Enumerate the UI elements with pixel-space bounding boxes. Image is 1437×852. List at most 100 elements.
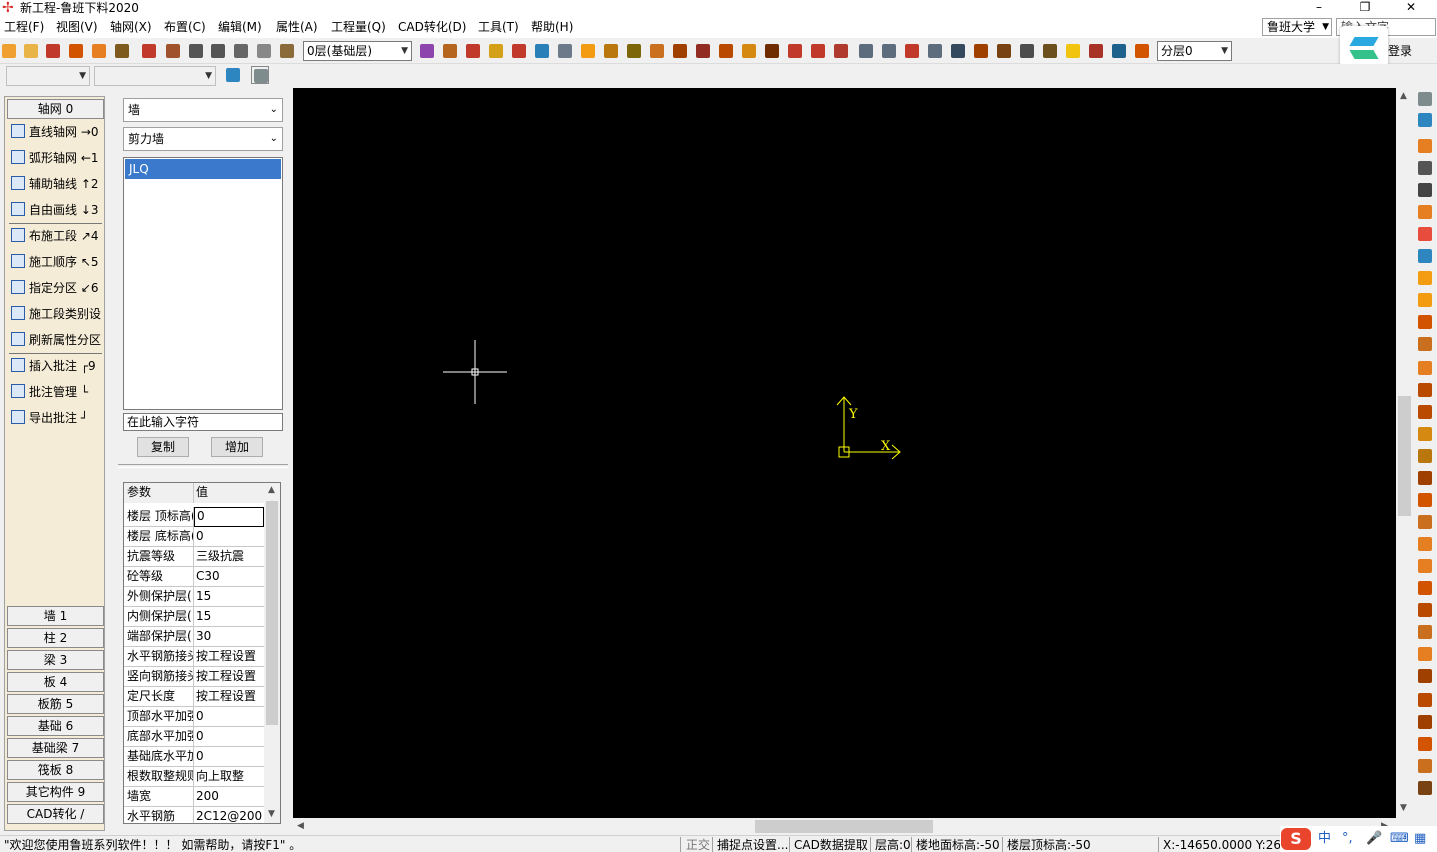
- floor-select[interactable]: 0层(基础层) ▼: [303, 41, 412, 61]
- table-row[interactable]: 外侧保护层(15: [124, 587, 264, 607]
- nav-tab-other[interactable]: 其它构件 9: [7, 782, 104, 802]
- copy-tool-icon[interactable]: [1418, 361, 1432, 375]
- property-value-cell[interactable]: 15: [194, 587, 264, 607]
- delete-button[interactable]: [510, 42, 528, 60]
- scroll-up-icon[interactable]: ▲: [1400, 91, 1407, 101]
- table-row[interactable]: 顶部水平加强 0: [124, 707, 264, 727]
- nav-item-construction-order[interactable]: 施工顺序 ↖5: [11, 252, 99, 272]
- menu-layout[interactable]: 布置(C): [164, 19, 206, 35]
- zoom-out-button[interactable]: [880, 42, 898, 60]
- cut-button[interactable]: [232, 42, 250, 60]
- menu-help[interactable]: 帮助(H): [531, 19, 573, 35]
- filter-toggle-button[interactable]: [251, 66, 269, 84]
- ime-logo-icon[interactable]: S: [1281, 828, 1311, 850]
- cylinder-button[interactable]: [740, 42, 758, 60]
- dimension-button[interactable]: [671, 42, 689, 60]
- zoom-window-button[interactable]: [903, 42, 921, 60]
- match-button[interactable]: [556, 42, 574, 60]
- move-tool-icon[interactable]: [1418, 383, 1432, 397]
- nav-tab-column[interactable]: 柱 2: [7, 628, 104, 648]
- nav-item-free-line[interactable]: 自由画线 ↓3: [11, 200, 99, 220]
- align-tool-icon[interactable]: [1418, 449, 1432, 463]
- menu-view[interactable]: 视图(V): [56, 19, 98, 35]
- redo-button[interactable]: [209, 42, 227, 60]
- ime-menu-icon[interactable]: ▦: [1414, 831, 1426, 847]
- login-link[interactable]: 登录: [1388, 43, 1412, 59]
- zoom-extent-button[interactable]: [949, 42, 967, 60]
- section-button[interactable]: [995, 42, 1013, 60]
- scroll-thumb[interactable]: [1398, 396, 1411, 516]
- grid-tool-icon[interactable]: [1418, 715, 1432, 729]
- table-row[interactable]: 水平钢筋 2C12@200: [124, 807, 264, 823]
- category-select[interactable]: 墙 ⌄: [123, 98, 283, 122]
- eraser-button[interactable]: [648, 42, 666, 60]
- view-3d-button[interactable]: [972, 42, 990, 60]
- filter-button[interactable]: [533, 42, 551, 60]
- nav-tab-raft[interactable]: 筏板 8: [7, 760, 104, 780]
- snap-settings-button[interactable]: 捕捉点设置...: [717, 838, 788, 852]
- mirror-tool-icon[interactable]: [1418, 427, 1432, 441]
- extend-button[interactable]: [809, 42, 827, 60]
- scroll-down-icon[interactable]: ▼: [1400, 803, 1407, 813]
- break-tool-icon[interactable]: [1418, 559, 1432, 573]
- save-button[interactable]: [44, 42, 62, 60]
- nav-item-export-notes[interactable]: 导出批注 ┘: [11, 408, 88, 428]
- crosshair-button[interactable]: [1041, 42, 1059, 60]
- nav-item-assign-zone[interactable]: 指定分区 ↙6: [11, 278, 99, 298]
- table-row[interactable]: 定尺长度 按工程设置: [124, 687, 264, 707]
- ime-keyboard-icon[interactable]: ⌨: [1390, 831, 1409, 847]
- property-grid-scrollbar[interactable]: ▲ ▼: [264, 483, 280, 823]
- alert-red-icon[interactable]: [1418, 227, 1432, 241]
- property-value-cell[interactable]: 按工程设置: [194, 667, 264, 687]
- filter-combo-2[interactable]: ▼: [94, 66, 216, 86]
- brush-button[interactable]: [164, 42, 182, 60]
- table-tool-icon[interactable]: [1418, 205, 1432, 219]
- find-button[interactable]: [1087, 42, 1105, 60]
- explode-tool-icon[interactable]: [1418, 737, 1432, 751]
- scroll-down-icon[interactable]: ▼: [268, 809, 275, 819]
- ruler-tool-icon[interactable]: [1418, 337, 1432, 351]
- lock-tool-icon[interactable]: [1418, 271, 1432, 285]
- edit-doc-button[interactable]: [90, 42, 108, 60]
- menu-cad-convert[interactable]: CAD转化(D): [398, 19, 466, 35]
- zoom-all-button[interactable]: [926, 42, 944, 60]
- canvas-horizontal-scrollbar[interactable]: ◀ ▶: [293, 818, 1396, 835]
- angle-tool-icon[interactable]: [1418, 759, 1432, 773]
- line-tool-icon[interactable]: [1418, 781, 1432, 795]
- table-row[interactable]: 楼层 顶标高(0: [124, 507, 264, 527]
- component-name-input[interactable]: 在此输入字符: [123, 413, 283, 431]
- restore-button[interactable]: ❐: [1342, 0, 1388, 16]
- extend-tool-icon[interactable]: [1418, 537, 1432, 551]
- unlock-tool-icon[interactable]: [1418, 293, 1432, 307]
- property-value-cell[interactable]: 200: [194, 787, 264, 807]
- properties-tool-icon[interactable]: [1418, 92, 1432, 106]
- cad-extract-button[interactable]: CAD数据提取: [794, 838, 868, 852]
- view-tool-icon[interactable]: [1418, 113, 1432, 127]
- zoom-in-button[interactable]: [857, 42, 875, 60]
- menu-quantity[interactable]: 工程量(Q): [331, 19, 386, 35]
- property-value-cell[interactable]: 向上取整: [194, 767, 264, 787]
- rename-button[interactable]: [464, 42, 482, 60]
- menu-tools[interactable]: 工具(T): [478, 19, 519, 35]
- minimize-button[interactable]: –: [1296, 0, 1342, 16]
- measure-button[interactable]: [602, 42, 620, 60]
- menu-edit[interactable]: 编辑(M): [218, 19, 262, 35]
- ime-punctuation-toggle[interactable]: °,: [1342, 831, 1353, 847]
- back-button[interactable]: [224, 66, 242, 84]
- table-row[interactable]: 楼层 底标高(0: [124, 527, 264, 547]
- copy-component-button[interactable]: 复制: [137, 437, 189, 457]
- export-button[interactable]: [67, 42, 85, 60]
- scroll-thumb[interactable]: [266, 501, 278, 725]
- table-row[interactable]: 水平钢筋接头 按工程设置: [124, 647, 264, 667]
- umbrella-tool-icon[interactable]: [1418, 139, 1432, 153]
- array-tool-icon[interactable]: [1418, 669, 1432, 683]
- nav-item-arc-grid[interactable]: 弧形轴网 ←1: [11, 148, 99, 168]
- pencil-button[interactable]: [625, 42, 643, 60]
- property-value-cell[interactable]: 0: [194, 707, 264, 727]
- rotate-tool-icon[interactable]: [1418, 405, 1432, 419]
- menu-project[interactable]: 工程(F): [4, 19, 44, 35]
- type-select[interactable]: 剪力墙 ⌄: [123, 127, 283, 151]
- nav-item-refresh-zones[interactable]: 刷新属性分区: [11, 330, 101, 350]
- nav-tab-cad-convert[interactable]: CAD转化 /: [7, 804, 104, 824]
- offset-button[interactable]: [786, 42, 804, 60]
